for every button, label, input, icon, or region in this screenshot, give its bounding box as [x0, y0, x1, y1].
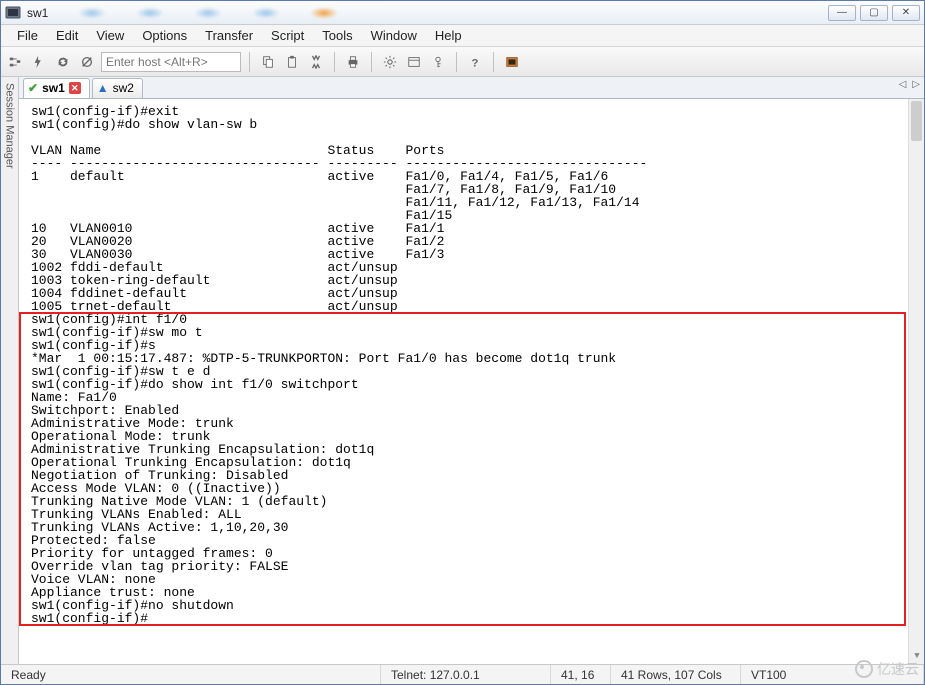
status-size: 41 Rows, 107 Cols [611, 665, 741, 684]
status-cursor: 41, 16 [551, 665, 611, 684]
status-bar: Ready Telnet: 127.0.0.1 41, 16 41 Rows, … [1, 664, 924, 684]
tab-sw1[interactable]: ✔ sw1 ✕ [23, 78, 90, 98]
window-title: sw1 [27, 6, 48, 20]
menu-tools[interactable]: Tools [314, 26, 360, 45]
checkmark-icon: ✔ [28, 81, 38, 95]
titlebar-blur-area [78, 7, 338, 19]
tab-sw2[interactable]: ▲ sw2 [92, 78, 143, 98]
settings-icon[interactable] [380, 52, 400, 72]
session-manager-label: Session Manager [4, 83, 16, 169]
reconnect-icon[interactable] [53, 52, 73, 72]
watermark: 亿速云 [855, 659, 919, 679]
menu-bar: File Edit View Options Transfer Script T… [1, 25, 924, 47]
menu-edit[interactable]: Edit [48, 26, 86, 45]
app-toggle-icon[interactable] [502, 52, 522, 72]
menu-view[interactable]: View [88, 26, 132, 45]
quick-connect-icon[interactable] [29, 52, 49, 72]
svg-text:?: ? [472, 57, 479, 69]
tab-label: sw2 [113, 81, 134, 95]
tab-scroll-left-icon[interactable]: ◁ [899, 79, 907, 90]
minimize-button[interactable]: — [828, 5, 856, 21]
toolbar: ? [1, 47, 924, 77]
terminal-line: sw1(config)#do show vlan-sw b [31, 118, 924, 131]
menu-file[interactable]: File [9, 26, 46, 45]
menu-script[interactable]: Script [263, 26, 312, 45]
app-icon [5, 5, 21, 21]
status-ready: Ready [1, 665, 381, 684]
keyword-icon[interactable] [428, 52, 448, 72]
scrollbar-thumb[interactable] [911, 101, 922, 141]
menu-window[interactable]: Window [363, 26, 425, 45]
copy-icon[interactable] [258, 52, 278, 72]
tab-label: sw1 [42, 81, 65, 95]
disconnect-icon[interactable] [77, 52, 97, 72]
terminal-line: sw1(config-if)# [31, 612, 924, 625]
watermark-text: 亿速云 [877, 659, 919, 679]
session-tree-icon[interactable] [5, 52, 25, 72]
terminal-line: Override vlan tag priority: FALSE [31, 560, 924, 573]
warning-icon: ▲ [97, 81, 109, 95]
tab-bar: ✔ sw1 ✕ ▲ sw2 ◁ ▷ [19, 77, 924, 99]
status-connection: Telnet: 127.0.0.1 [381, 665, 551, 684]
tab-close-button[interactable]: ✕ [69, 82, 81, 94]
terminal-line: sw1(config-if)#do show int f1/0 switchpo… [31, 378, 924, 391]
close-button[interactable]: ✕ [892, 5, 920, 21]
app-window: sw1 — ▢ ✕ File Edit View Options Transfe… [0, 0, 925, 685]
tab-scroll-right-icon[interactable]: ▷ [912, 79, 920, 90]
menu-transfer[interactable]: Transfer [197, 26, 261, 45]
title-bar[interactable]: sw1 — ▢ ✕ [1, 1, 924, 25]
session-options-icon[interactable] [404, 52, 424, 72]
terminal-output[interactable]: sw1(config-if)#exitsw1(config)#do show v… [19, 99, 924, 664]
find-icon[interactable] [306, 52, 326, 72]
vertical-scrollbar[interactable]: ▲ ▼ [908, 99, 924, 664]
terminal-line: Trunking VLANs Active: 1,10,20,30 [31, 521, 924, 534]
terminal-line: sw1(config-if)#sw mo t [31, 326, 924, 339]
help-icon[interactable]: ? [465, 52, 485, 72]
terminal-line: sw1(config-if)#no shutdown [31, 599, 924, 612]
maximize-button[interactable]: ▢ [860, 5, 888, 21]
watermark-logo-icon [855, 660, 873, 678]
menu-options[interactable]: Options [134, 26, 195, 45]
terminal-lines: sw1(config-if)#exitsw1(config)#do show v… [31, 105, 924, 625]
host-input[interactable] [101, 52, 241, 72]
menu-help[interactable]: Help [427, 26, 470, 45]
print-icon[interactable] [343, 52, 363, 72]
paste-icon[interactable] [282, 52, 302, 72]
session-manager-panel[interactable]: Session Manager [1, 77, 19, 664]
